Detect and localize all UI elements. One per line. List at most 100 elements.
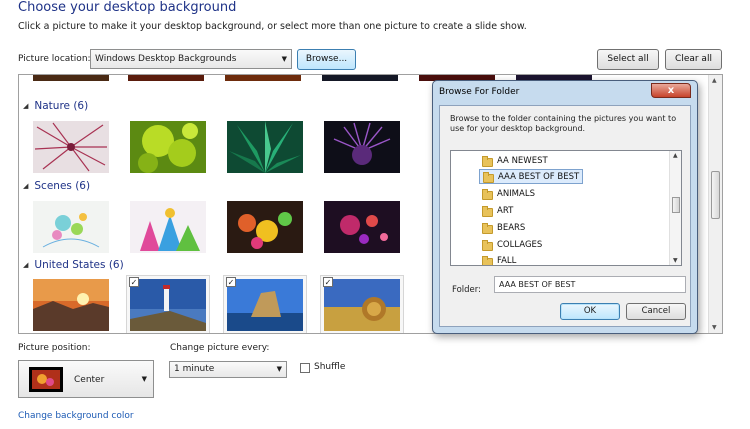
scroll-down-icon[interactable]: ▼ <box>712 324 717 331</box>
wallpaper-thumbnail-image <box>225 75 301 81</box>
group-title: Scenes (6) <box>34 180 91 192</box>
chevron-down-icon: ▼ <box>276 365 282 373</box>
browse-button[interactable]: Browse... <box>297 49 356 70</box>
wallpaper-thumbnail-image <box>227 279 303 331</box>
folder-name: AA NEWEST <box>497 155 548 166</box>
picture-position-value: Center <box>74 375 105 385</box>
thumbnail[interactable] <box>130 201 206 253</box>
group-header-united-states[interactable]: ◢ United States (6) <box>23 258 124 272</box>
collapse-triangle-icon: ◢ <box>23 102 29 110</box>
scrollbar-thumb[interactable] <box>672 197 680 213</box>
folder-tree-item[interactable]: AA NEWEST <box>479 153 551 168</box>
page-title: Choose your desktop background <box>18 0 237 15</box>
dialog-title: Browse For Folder <box>439 87 520 97</box>
folder-icon <box>482 156 493 167</box>
thumbnail[interactable] <box>33 75 109 81</box>
clear-all-button[interactable]: Clear all <box>665 49 722 70</box>
dialog-body: Browse to the folder containing the pict… <box>439 105 691 327</box>
wallpaper-thumbnail-image <box>324 121 400 173</box>
wallpaper-thumbnail-image <box>130 279 206 331</box>
change-interval-label: Change picture every: <box>170 343 270 353</box>
folder-name: ART <box>497 205 514 216</box>
wallpaper-thumbnail-image <box>227 121 303 173</box>
scroll-up-icon[interactable]: ▲ <box>673 152 678 159</box>
picture-location-dropdown[interactable]: Windows Desktop Backgrounds ▼ <box>90 49 292 69</box>
folder-name: COLLAGES <box>497 239 543 250</box>
change-interval-dropdown[interactable]: 1 minute ▼ <box>169 361 287 378</box>
thumbnail[interactable] <box>225 75 301 81</box>
folder-name: AAA BEST OF BEST <box>498 171 580 182</box>
picture-location-value: Windows Desktop Backgrounds <box>95 54 237 64</box>
picture-position-label: Picture position: <box>18 343 91 353</box>
scrollbar-thumb[interactable] <box>711 171 720 219</box>
folder-icon <box>482 240 493 251</box>
dialog-close-button[interactable]: x <box>651 83 691 98</box>
shuffle-label: Shuffle <box>314 362 346 372</box>
change-interval-value: 1 minute <box>174 364 215 374</box>
scroll-up-icon[interactable]: ▲ <box>712 77 717 84</box>
folder-tree-item-selected[interactable]: AAA BEST OF BEST <box>479 169 584 184</box>
thumbnail-selected[interactable]: ✓ <box>320 275 404 333</box>
folder-tree[interactable]: AA NEWEST AAA BEST OF BEST ANIMALS ART B… <box>450 150 682 266</box>
page-subtitle: Click a picture to make it your desktop … <box>18 21 527 32</box>
group-header-nature[interactable]: ◢ Nature (6) <box>23 99 88 113</box>
folder-tree-scrollbar[interactable]: ▲ ▼ <box>669 151 681 265</box>
group-title: Nature (6) <box>34 100 89 112</box>
thumbnail-checkbox[interactable]: ✓ <box>129 277 139 287</box>
browse-for-folder-dialog: Browse For Folder x Browse to the folder… <box>432 80 698 334</box>
thumbnail[interactable] <box>130 121 206 173</box>
group-header-scenes[interactable]: ◢ Scenes (6) <box>23 179 90 193</box>
thumbnail[interactable] <box>227 121 303 173</box>
picture-location-label: Picture location: <box>18 54 91 64</box>
folder-icon <box>483 172 494 183</box>
dialog-message: Browse to the folder containing the pict… <box>450 114 677 133</box>
thumbnail-selected[interactable]: ✓ <box>126 275 210 333</box>
collapse-triangle-icon: ◢ <box>23 182 29 190</box>
change-background-color-link[interactable]: Change background color <box>18 411 134 421</box>
thumbnail[interactable] <box>322 75 398 81</box>
wallpaper-thumbnail-image <box>130 121 206 173</box>
gallery-scrollbar[interactable]: ▲ ▼ <box>708 75 722 333</box>
thumbnail[interactable] <box>128 75 204 81</box>
folder-field[interactable]: AAA BEST OF BEST <box>494 276 686 293</box>
wallpaper-thumbnail-image <box>33 201 109 253</box>
folder-name: FALL <box>497 255 517 266</box>
thumbnail[interactable] <box>324 121 400 173</box>
wallpaper-thumbnail-image <box>128 75 204 81</box>
chevron-down-icon: ▼ <box>281 55 287 63</box>
thumbnail-checkbox[interactable]: ✓ <box>323 277 333 287</box>
wallpaper-thumbnail-image <box>33 75 109 81</box>
thumbnail[interactable] <box>33 121 109 173</box>
thumbnail[interactable] <box>227 201 303 253</box>
folder-tree-item[interactable]: COLLAGES <box>479 237 545 252</box>
wallpaper-thumbnail-image <box>33 121 109 173</box>
shuffle-checkbox[interactable] <box>300 363 310 373</box>
wallpaper-thumbnail-image <box>324 279 400 331</box>
close-icon: x <box>667 85 675 96</box>
thumbnail-checkbox[interactable]: ✓ <box>226 277 236 287</box>
collapse-triangle-icon: ◢ <box>23 261 29 269</box>
thumbnail[interactable] <box>324 201 400 253</box>
folder-tree-item[interactable]: ART <box>479 203 516 218</box>
cancel-button[interactable]: Cancel <box>626 303 686 320</box>
scroll-down-icon[interactable]: ▼ <box>673 257 678 264</box>
ok-button[interactable]: OK <box>560 303 620 320</box>
folder-field-label: Folder: <box>452 285 481 295</box>
thumbnail[interactable] <box>33 201 109 253</box>
folder-tree-item[interactable]: FALL <box>479 253 519 266</box>
wallpaper-thumbnail-image <box>227 201 303 253</box>
folder-tree-item[interactable]: ANIMALS <box>479 186 538 201</box>
folder-icon <box>482 223 493 234</box>
folder-icon <box>482 189 493 200</box>
wallpaper-thumbnail-image <box>33 279 109 331</box>
folder-tree-item[interactable]: BEARS <box>479 220 528 235</box>
folder-icon <box>482 206 493 217</box>
wallpaper-thumbnail-image <box>324 201 400 253</box>
thumbnail-selected[interactable]: ✓ <box>223 275 307 333</box>
select-all-button[interactable]: Select all <box>597 49 659 70</box>
wallpaper-thumbnail-image <box>322 75 398 81</box>
folder-icon <box>482 256 493 265</box>
folder-name: BEARS <box>497 222 526 233</box>
thumbnail[interactable] <box>33 279 109 331</box>
picture-position-dropdown[interactable]: Center ▼ <box>18 360 154 398</box>
